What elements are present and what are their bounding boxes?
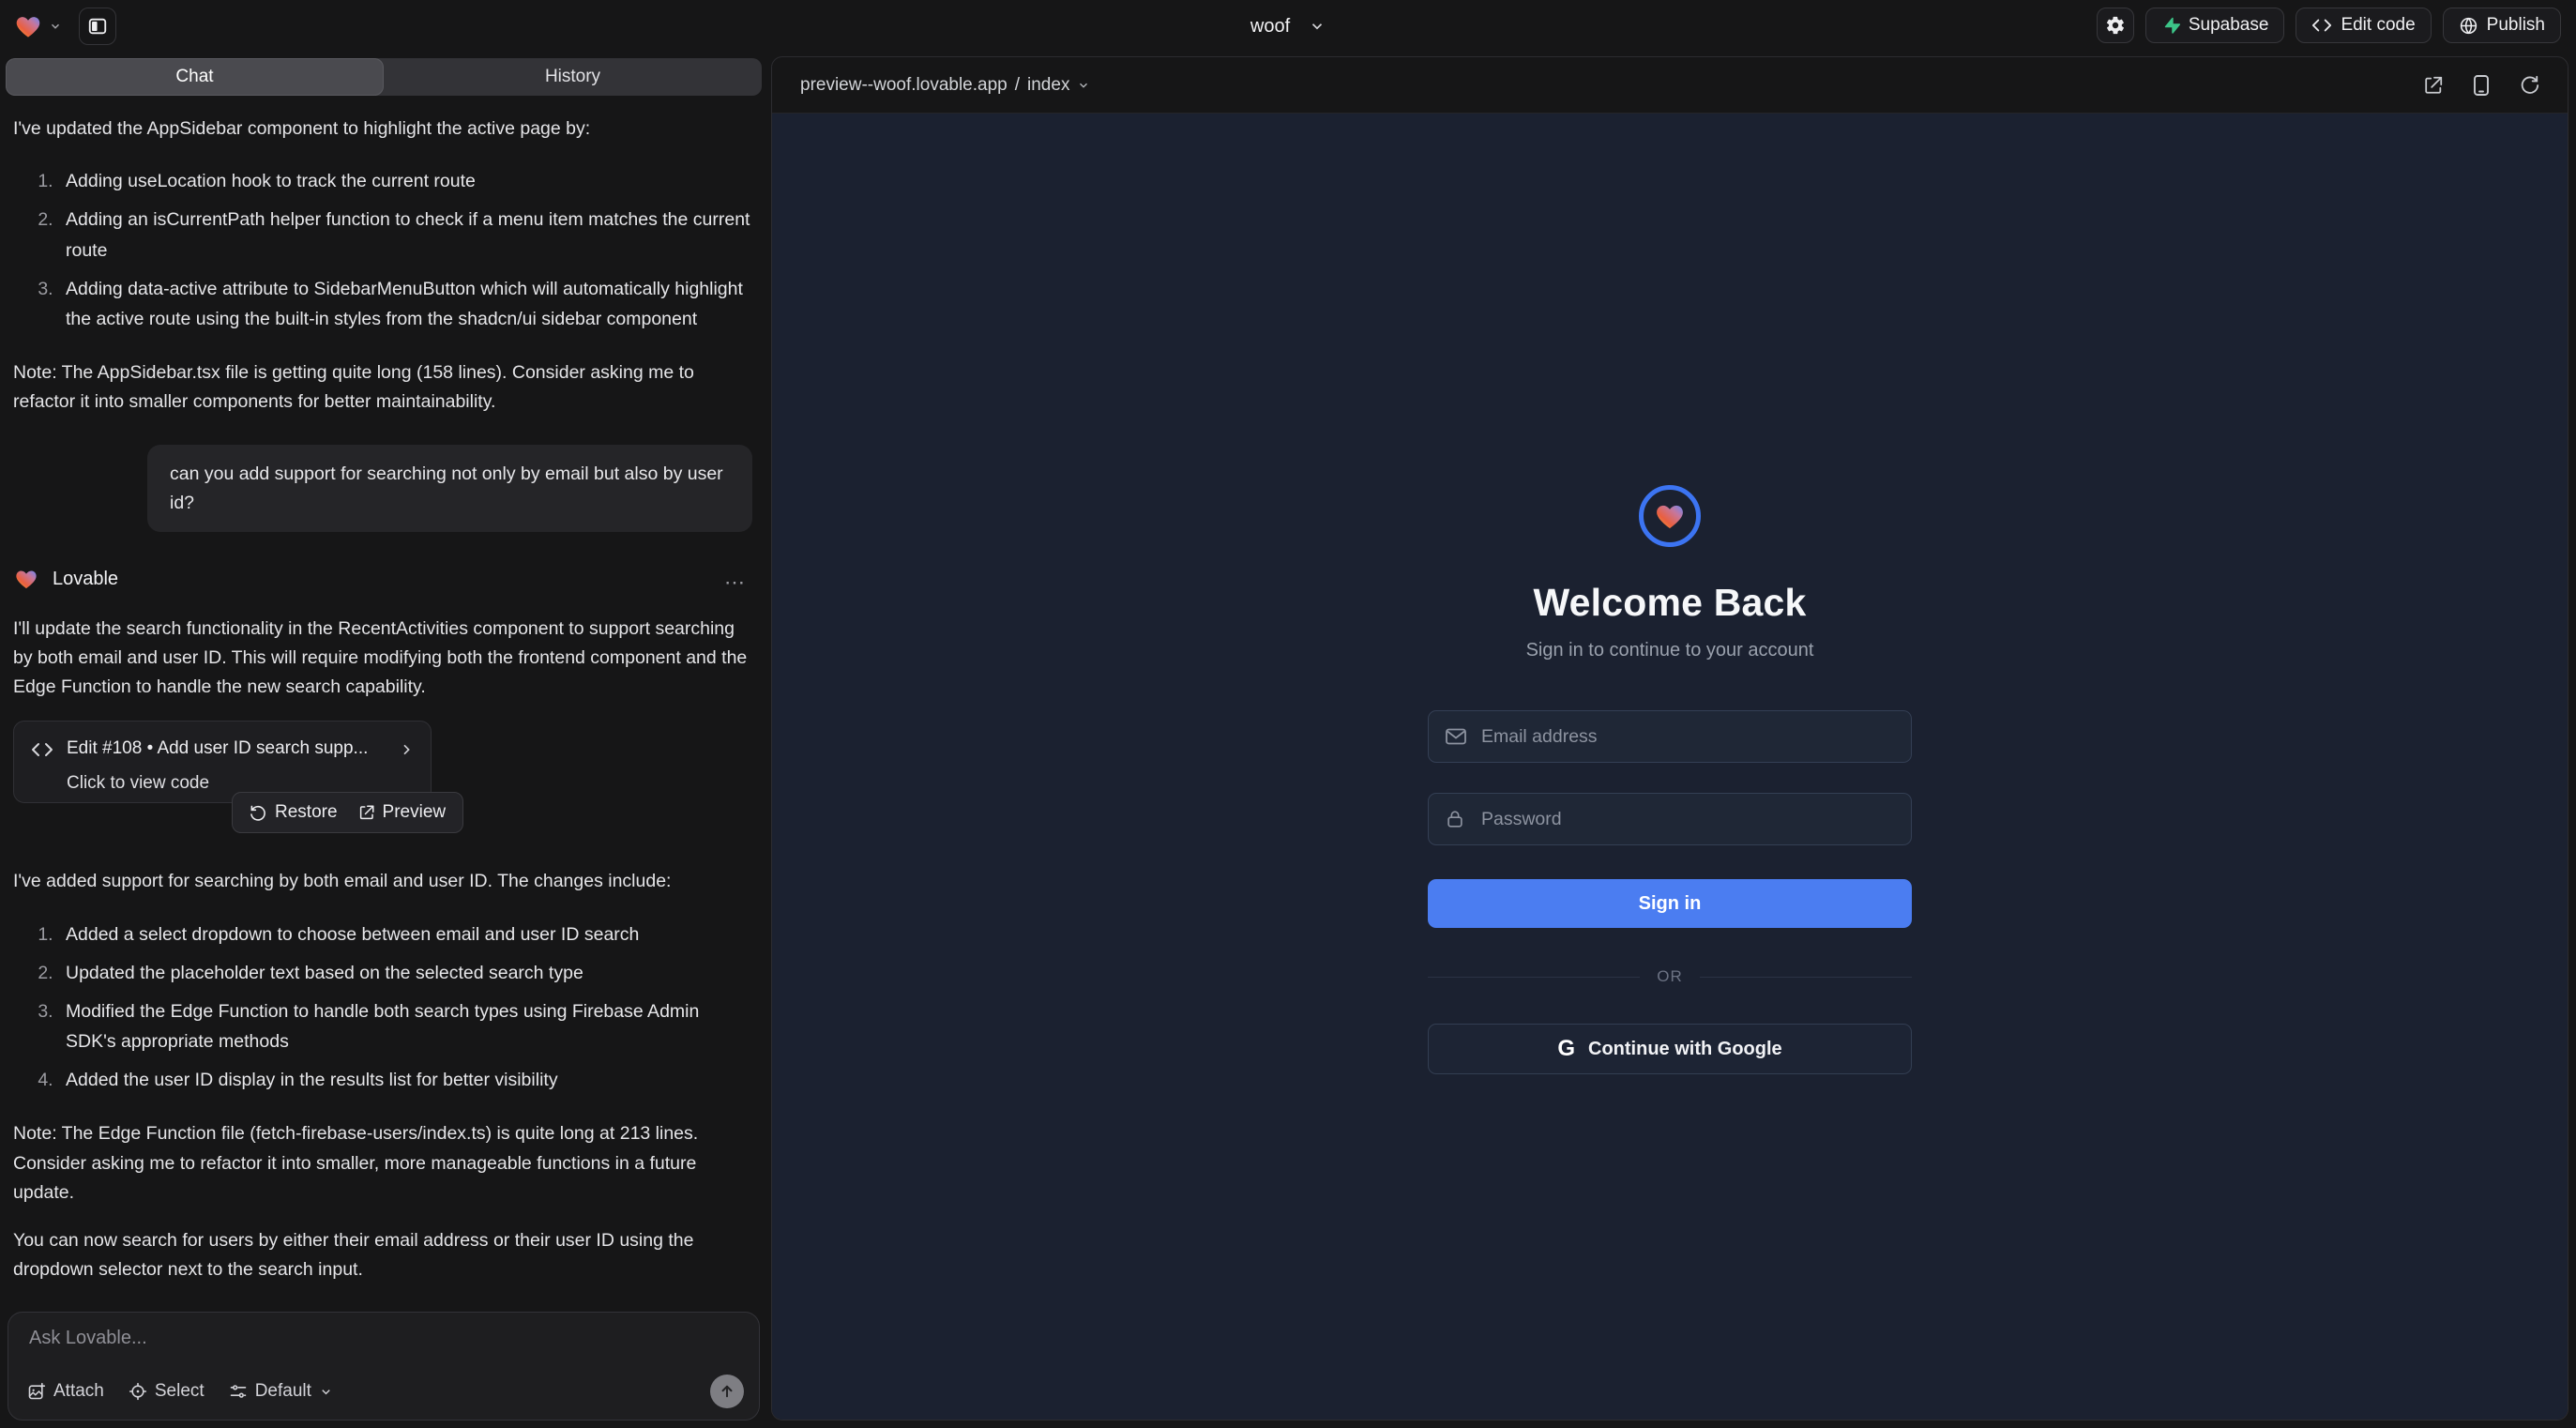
sign-in-button[interactable]: Sign in <box>1428 879 1912 928</box>
code-icon <box>2311 17 2332 34</box>
divider-line <box>1700 977 1912 978</box>
chat-message-list: I've updated the AppSidebar component to… <box>0 101 765 1306</box>
supabase-button[interactable]: Supabase <box>2145 8 2285 43</box>
sidebar-toggle-button[interactable] <box>79 8 116 45</box>
assistant-change-list: Adding useLocation hook to track the cur… <box>13 166 752 334</box>
email-field[interactable] <box>1428 710 1912 763</box>
edit-code-button[interactable]: Edit code <box>2296 8 2431 43</box>
password-field-wrap <box>1428 793 1912 845</box>
email-field-wrap <box>1428 710 1912 763</box>
preview-app-content: Welcome Back Sign in to continue to your… <box>772 114 2568 1420</box>
code-icon <box>31 741 53 758</box>
preview-panel: preview--woof.lovable.app / index <box>771 56 2568 1420</box>
assistant-name: Lovable <box>53 564 118 594</box>
lock-icon <box>1445 809 1465 829</box>
assistant-intro-text: I'll update the search functionality in … <box>13 615 752 703</box>
restore-button[interactable]: Restore <box>250 798 338 827</box>
supabase-icon <box>2161 16 2180 35</box>
edit-card-actions: Restore Preview <box>232 792 463 833</box>
chevron-down-icon <box>1077 79 1090 92</box>
password-field[interactable] <box>1428 793 1912 845</box>
list-item: Adding an isCurrentPath helper function … <box>58 205 752 265</box>
panel-icon <box>87 16 108 37</box>
google-g-icon: G <box>1557 1036 1575 1062</box>
page-subtitle: Sign in to continue to your account <box>1526 640 1814 661</box>
message-more-menu-icon[interactable]: ⋯ <box>724 566 747 599</box>
list-item: Modified the Edge Function to handle bot… <box>58 996 752 1056</box>
select-button[interactable]: Select <box>129 1381 205 1402</box>
top-bar: woof Supabase Edit code <box>0 0 2576 53</box>
mode-select[interactable]: Default <box>229 1381 333 1402</box>
app-logo <box>1639 485 1701 547</box>
heart-icon <box>1653 500 1687 532</box>
gear-icon <box>2105 15 2126 36</box>
arrow-up-icon <box>719 1383 735 1400</box>
user-message-bubble: can you add support for searching not on… <box>147 445 752 531</box>
mobile-view-icon[interactable] <box>2472 74 2491 97</box>
divider-line <box>1428 977 1640 978</box>
image-plus-icon <box>27 1382 46 1401</box>
preview-url-text: preview--woof.lovable.app <box>800 75 1008 96</box>
assistant-outro-text: You can now search for users by either t… <box>13 1226 752 1284</box>
preview-button[interactable]: Preview <box>358 798 447 827</box>
chevron-down-icon <box>319 1385 333 1399</box>
continue-with-google-button[interactable]: G Continue with Google <box>1428 1024 1912 1074</box>
chevron-down-icon <box>49 20 62 33</box>
or-divider: OR <box>1428 967 1912 986</box>
list-item: Updated the placeholder text based on th… <box>58 958 752 988</box>
chat-history-tabbar: Chat History <box>6 58 762 96</box>
target-icon <box>129 1382 147 1401</box>
globe-icon <box>2459 16 2478 36</box>
page-title: Welcome Back <box>1533 581 1806 625</box>
edit-code-card[interactable]: Edit #108 • Add user ID search supp... C… <box>13 721 432 803</box>
preview-url-bar: preview--woof.lovable.app / index <box>772 57 2568 114</box>
assistant-message-header: Lovable ⋯ <box>13 564 752 594</box>
restore-icon <box>250 804 267 822</box>
list-item: Added a select dropdown to choose betwee… <box>58 919 752 949</box>
sliders-icon <box>229 1382 248 1401</box>
lovable-heart-icon <box>13 567 39 591</box>
auth-card: Welcome Back Sign in to continue to your… <box>1428 114 1912 1420</box>
edit-card-wrap: Edit #108 • Add user ID search supp... C… <box>13 721 752 831</box>
list-item: Added the user ID display in the results… <box>58 1065 752 1095</box>
composer-toolbar: Attach Select Default <box>27 1375 744 1408</box>
publish-button[interactable]: Publish <box>2443 8 2561 43</box>
send-button[interactable] <box>710 1375 744 1408</box>
open-in-new-tab-icon[interactable] <box>2423 75 2444 96</box>
attach-button[interactable]: Attach <box>27 1381 104 1402</box>
project-chevron-down-icon[interactable] <box>1309 18 1326 35</box>
lovable-logo-menu[interactable] <box>13 12 62 40</box>
settings-button[interactable] <box>2097 8 2134 43</box>
list-item: Adding data-active attribute to SidebarM… <box>58 274 752 334</box>
assistant-note-text: Note: The Edge Function file (fetch-fire… <box>13 1119 752 1208</box>
chat-panel: Chat History I've updated the AppSidebar… <box>0 53 765 1428</box>
lovable-workspace: woof Supabase Edit code <box>0 0 2576 1428</box>
url-path-separator: / <box>1015 75 1020 96</box>
lovable-heart-icon <box>13 12 43 40</box>
tab-history[interactable]: History <box>384 58 762 96</box>
assistant-intro-text: I've updated the AppSidebar component to… <box>13 114 752 144</box>
chat-input[interactable] <box>29 1328 738 1371</box>
chat-composer: Attach Select Default <box>8 1312 760 1420</box>
tab-chat[interactable]: Chat <box>6 58 384 96</box>
external-link-icon <box>358 804 375 821</box>
envelope-icon <box>1445 727 1467 746</box>
refresh-icon[interactable] <box>2519 75 2539 96</box>
list-item: Adding useLocation hook to track the cur… <box>58 166 752 196</box>
project-name: woof <box>1250 16 1290 38</box>
assistant-change-list: Added a select dropdown to choose betwee… <box>13 919 752 1096</box>
chevron-right-icon <box>399 742 414 757</box>
divider-label: OR <box>1657 967 1683 986</box>
preview-path[interactable]: index <box>1027 75 1069 96</box>
assistant-note-text: Note: The AppSidebar.tsx file is getting… <box>13 358 752 417</box>
edit-card-title: Edit #108 • Add user ID search supp... <box>67 735 368 763</box>
assistant-summary-text: I've added support for searching by both… <box>13 867 752 896</box>
